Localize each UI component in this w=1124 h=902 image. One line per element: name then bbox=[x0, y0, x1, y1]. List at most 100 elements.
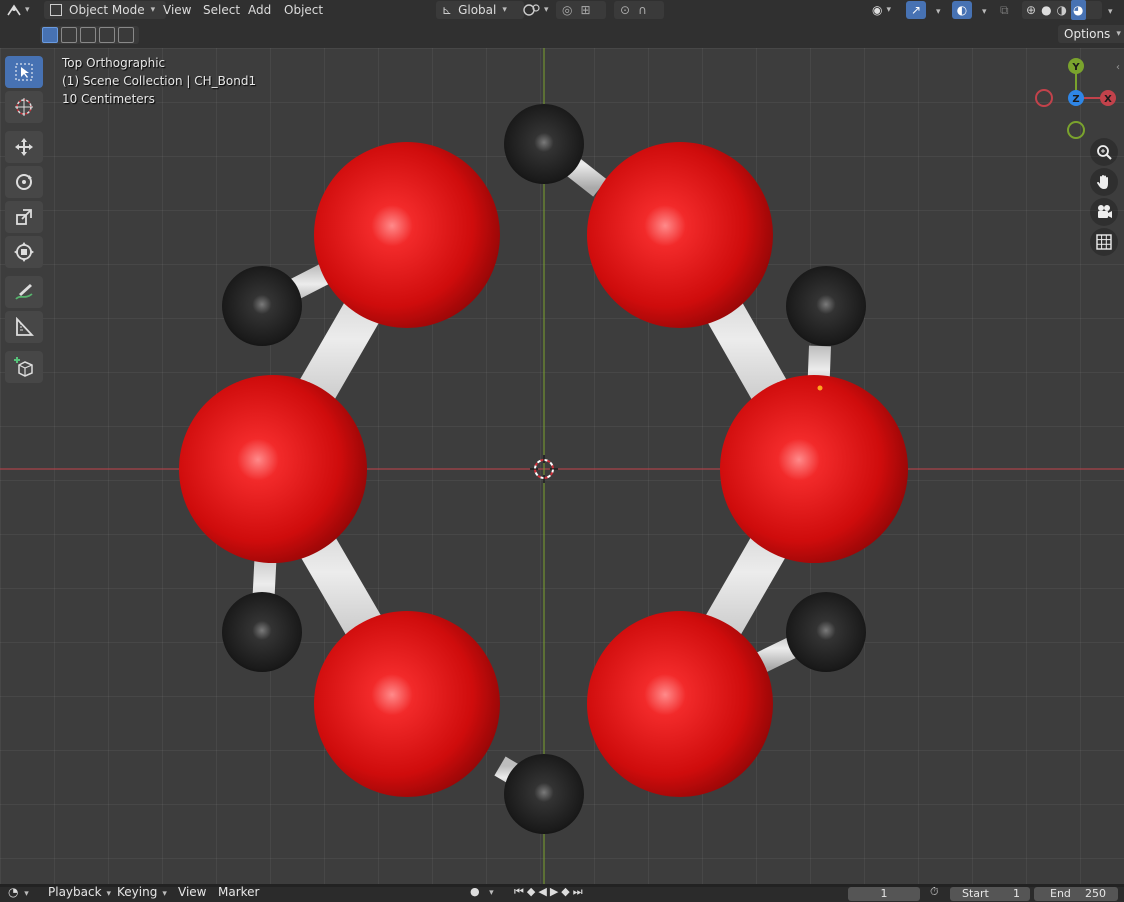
transform-orientation-dropdown[interactable]: ⊾ Global ▾ bbox=[436, 1, 524, 19]
editor-type-icon bbox=[7, 4, 21, 16]
xray-toggle[interactable]: ⧉ bbox=[1000, 0, 1009, 20]
playback-controls[interactable]: ⏮◆◀▶◆⏭ bbox=[514, 885, 586, 899]
hydrogen-atom[interactable] bbox=[222, 266, 302, 346]
measure-tool[interactable] bbox=[5, 311, 43, 343]
move-icon bbox=[15, 138, 33, 156]
carbon-atom[interactable] bbox=[314, 142, 500, 328]
gizmo-icon: ↗ bbox=[910, 3, 922, 17]
pivot-icon bbox=[523, 4, 540, 16]
annotate-tool[interactable] bbox=[5, 276, 43, 308]
zoom-icon bbox=[1097, 145, 1112, 160]
cursor-icon bbox=[15, 98, 33, 116]
end-value: 250 bbox=[1085, 887, 1106, 900]
hydrogen-atom[interactable] bbox=[504, 754, 584, 834]
menu-timeline-view[interactable]: View bbox=[178, 885, 206, 899]
perspective-toggle-button[interactable] bbox=[1090, 228, 1118, 256]
menu-add[interactable]: Add bbox=[248, 0, 271, 20]
pan-button[interactable] bbox=[1090, 168, 1118, 196]
header-bar: ▾ Object Mode ▾ View Select Add Object ⊾… bbox=[0, 0, 1124, 20]
material-shading-icon[interactable]: ◑ bbox=[1057, 0, 1067, 20]
select-invert-icon[interactable] bbox=[99, 27, 115, 43]
record-button[interactable]: ● ▾ bbox=[470, 885, 494, 898]
timeline-editor-icon[interactable]: ◔ ▾ bbox=[8, 885, 29, 899]
select-box-icon bbox=[15, 63, 33, 81]
options-label: Options bbox=[1064, 27, 1111, 41]
object-mode-icon bbox=[50, 4, 62, 16]
solid-shading-icon[interactable]: ● bbox=[1041, 0, 1051, 20]
falloff-icon: ∩ bbox=[638, 3, 647, 17]
hydrogen-atom[interactable] bbox=[222, 592, 302, 672]
eye-icon: ◉ bbox=[872, 3, 883, 17]
select-extend-icon[interactable] bbox=[61, 27, 77, 43]
camera-icon bbox=[1098, 205, 1112, 218]
pivot-point-button[interactable]: ▾ bbox=[522, 0, 549, 20]
navigation-gizmo[interactable]: Y Z X bbox=[1035, 58, 1116, 139]
snap-icon: ◎ bbox=[562, 3, 573, 17]
selection-mode-group bbox=[40, 26, 139, 44]
menu-marker[interactable]: Marker bbox=[218, 885, 259, 899]
gizmo-y-label: Y bbox=[1071, 62, 1080, 73]
carbon-atom[interactable] bbox=[587, 611, 773, 797]
object-origin-dot bbox=[817, 385, 823, 391]
gizmo-x-label: X bbox=[1104, 94, 1112, 105]
snap-target-icon: ⊞ bbox=[580, 3, 591, 17]
rotate-tool[interactable] bbox=[5, 166, 43, 198]
visibility-dropdown[interactable]: ◉ ▾ bbox=[872, 0, 891, 20]
hydrogen-atom[interactable] bbox=[786, 266, 866, 346]
options-dropdown[interactable]: Options ▾ bbox=[1058, 25, 1124, 43]
shading-dropdown[interactable]: ▾ bbox=[1102, 0, 1113, 20]
menu-object[interactable]: Object bbox=[284, 0, 323, 20]
view-name: Top Orthographic bbox=[62, 56, 166, 70]
menu-keying[interactable]: Keying ▾ bbox=[117, 885, 167, 899]
gizmo-y-negative[interactable] bbox=[1067, 121, 1085, 139]
select-intersect-icon[interactable] bbox=[118, 27, 134, 43]
camera-view-button[interactable] bbox=[1090, 198, 1118, 226]
hydrogen-atom[interactable] bbox=[786, 592, 866, 672]
cursor-tool[interactable] bbox=[5, 91, 43, 123]
move-tool[interactable] bbox=[5, 131, 43, 163]
start-label: Start bbox=[962, 887, 989, 900]
mode-label: Object Mode bbox=[69, 3, 145, 17]
wireframe-shading-icon[interactable]: ⊕ bbox=[1026, 0, 1036, 20]
overlays-dropdown[interactable]: ▾ bbox=[976, 0, 987, 20]
carbon-atom[interactable] bbox=[179, 375, 367, 563]
orientation-label: Global bbox=[458, 3, 497, 17]
add-cube-tool[interactable] bbox=[5, 351, 43, 383]
carbon-atom[interactable] bbox=[314, 611, 500, 797]
gizmo-dropdown[interactable]: ▾ bbox=[930, 0, 941, 20]
start-frame-field[interactable]: Start 1 bbox=[950, 887, 1030, 901]
editor-type-button[interactable]: ▾ bbox=[6, 0, 36, 20]
end-frame-field[interactable]: End 250 bbox=[1034, 887, 1118, 901]
transform-tool[interactable] bbox=[5, 236, 43, 268]
chevron-down-icon: ▾ bbox=[150, 5, 156, 15]
carbon-atom[interactable] bbox=[720, 375, 908, 563]
menu-view[interactable]: View bbox=[163, 0, 191, 20]
gizmo-toggle[interactable]: ↗ bbox=[906, 1, 926, 19]
mode-dropdown[interactable]: Object Mode ▾ bbox=[44, 1, 166, 19]
select-box-tool[interactable] bbox=[5, 56, 43, 88]
measure-icon bbox=[16, 317, 34, 336]
grid-scale-label: 10 Centimeters bbox=[62, 92, 155, 106]
zoom-button[interactable] bbox=[1090, 138, 1118, 166]
tool-settings-bar: Options ▾ bbox=[0, 20, 1124, 48]
menu-playback[interactable]: Playback ▾ bbox=[48, 885, 111, 899]
overlays-toggle[interactable]: ◐ bbox=[952, 1, 972, 19]
carbon-atom[interactable] bbox=[587, 142, 773, 328]
menu-select[interactable]: Select bbox=[203, 0, 240, 20]
hydrogen-atom[interactable] bbox=[504, 104, 584, 184]
current-frame-field[interactable]: 1 bbox=[848, 887, 920, 901]
snap-toggle[interactable]: ◎ ⊞ bbox=[556, 1, 606, 19]
proportional-editing-toggle[interactable]: ⊙ ∩ bbox=[614, 1, 664, 19]
sidebar-toggle-icon[interactable]: ‹ bbox=[1116, 62, 1120, 73]
select-new-icon[interactable] bbox=[42, 27, 58, 43]
grid-icon bbox=[1096, 234, 1112, 250]
gizmo-x-negative[interactable] bbox=[1035, 89, 1053, 107]
transform-icon bbox=[14, 242, 34, 262]
rendered-shading-icon[interactable]: ◕ bbox=[1071, 0, 1086, 20]
chevron-down-icon: ▾ bbox=[502, 5, 507, 15]
select-subtract-icon[interactable] bbox=[80, 27, 96, 43]
annotate-icon bbox=[15, 284, 33, 300]
stopwatch-icon[interactable]: ⏱ bbox=[930, 885, 939, 899]
3d-viewport[interactable]: Y Z X Top Orthographic (1) Scene Collect… bbox=[0, 48, 1124, 884]
scale-tool[interactable] bbox=[5, 201, 43, 233]
